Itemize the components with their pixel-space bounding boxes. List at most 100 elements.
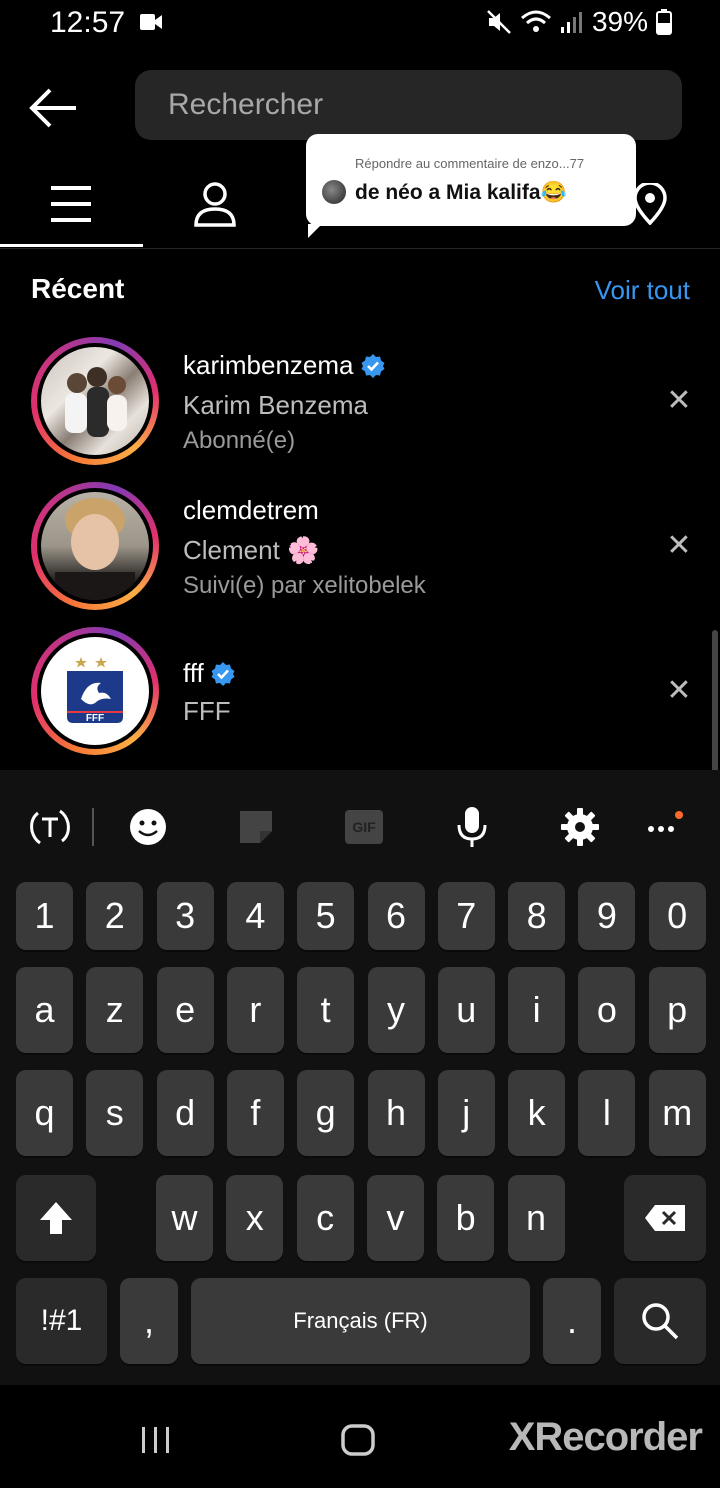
remove-recent-button[interactable]: ✕ [664,386,694,416]
keyboard: GIF 1234567890 azertyu i o p q s d f g h… [0,770,720,1385]
recent-apps-icon[interactable] [140,1425,172,1455]
search-icon [642,1303,679,1340]
key-h[interactable]: h [367,1070,425,1156]
key-9[interactable]: 9 [578,882,636,950]
system-nav-bar: XRecorder [0,1385,720,1488]
reply-comment-sticker[interactable]: Répondre au commentaire de enzo...77 de … [306,134,636,238]
key-q[interactable]: q [16,1070,73,1156]
key-x[interactable]: x [226,1175,284,1261]
avatar [41,347,149,455]
recent-fullname: Clement 🌸 [183,535,320,565]
key-u[interactable]: u [437,967,495,1053]
key-d[interactable]: d [156,1070,214,1156]
avatar-story-ring[interactable] [31,482,159,610]
tab-menu[interactable] [41,174,101,234]
location-icon [633,183,667,225]
back-arrow-icon[interactable] [28,86,80,130]
see-all-link[interactable]: Voir tout [595,275,690,306]
status-right: 39% [486,6,672,38]
profile-icon [194,182,236,227]
key-v[interactable]: v [366,1175,424,1261]
more-options-button[interactable] [636,800,696,854]
key-j[interactable]: j [437,1070,495,1156]
recent-subtitle: Suivi(e) par xelitobelek [183,572,426,599]
key-y[interactable]: y [367,967,425,1053]
text-translate-icon[interactable] [20,800,80,854]
menu-icon [51,186,91,222]
key-6[interactable]: 6 [367,882,425,950]
sticker-button[interactable] [226,800,286,854]
emoji-icon [130,809,166,845]
key-3[interactable]: 3 [156,882,214,950]
key-5[interactable]: 5 [297,882,355,950]
avatar: FFF [41,637,149,745]
key-f[interactable]: f [226,1070,284,1156]
key-s[interactable]: s [86,1070,144,1156]
recent-heading: Récent [31,273,125,304]
symbols-key[interactable]: !#1 [16,1278,107,1364]
more-dots-icon [648,811,683,832]
tab-accounts[interactable] [185,174,245,234]
emoji-button[interactable] [118,800,178,854]
keyboard-settings-button[interactable] [550,800,610,854]
recent-subtitle: Abonné(e) [183,427,296,454]
key-m[interactable]: m [648,1070,706,1156]
key-1[interactable]: 1 [16,882,73,950]
period-key[interactable]: . [543,1278,601,1364]
gear-icon [561,808,599,846]
reply-comment-subtitle: Répondre au commentaire de enzo...77 [355,156,585,171]
key-w[interactable]: w [156,1175,213,1261]
key-r[interactable]: r [226,967,284,1053]
microphone-icon [457,807,487,847]
xrecorder-watermark: XRecorder [508,1415,703,1459]
key-n[interactable]: n [507,1175,565,1261]
key-z[interactable]: z [86,967,144,1053]
remove-recent-button[interactable]: ✕ [664,676,694,706]
avatar-story-ring[interactable] [31,337,159,465]
recent-item-fff[interactable]: FFF fff FFF ✕ [0,620,720,760]
key-k[interactable]: k [508,1070,566,1156]
key-p[interactable]: p [648,967,706,1053]
key-4[interactable]: 4 [226,882,284,950]
search-bar[interactable] [135,70,682,140]
recent-item-karimbenzema[interactable]: karimbenzema Karim Benzema Abonné(e) ✕ [0,330,720,470]
reply-comment-text: de néo a Mia kalifa😂 [355,181,567,204]
backspace-icon [645,1205,685,1231]
comma-key[interactable]: , [120,1278,178,1364]
verified-badge-icon [361,353,385,378]
search-input[interactable] [135,70,648,140]
key-b[interactable]: b [437,1175,495,1261]
shift-key[interactable] [16,1175,96,1261]
recent-username: karimbenzema [183,350,386,381]
video-record-icon [140,14,162,30]
key-0[interactable]: 0 [648,882,706,950]
key-g[interactable]: g [297,1070,355,1156]
key-2[interactable]: 2 [86,882,144,950]
active-tab-indicator [0,244,143,247]
key-t[interactable]: t [297,967,355,1053]
battery-percent: 39% [591,6,648,37]
battery-icon [656,9,672,35]
key-e[interactable]: e [156,967,214,1053]
space-key[interactable]: Français (FR) [191,1278,530,1364]
recent-fullname: Karim Benzema [183,390,368,420]
fff-logo-text: FFF [86,713,104,724]
gif-button[interactable]: GIF [334,800,394,854]
home-icon[interactable] [340,1423,376,1457]
avatar-photo [55,498,135,600]
avatar-story-ring[interactable]: FFF [31,627,159,755]
key-7[interactable]: 7 [437,882,495,950]
search-key[interactable] [614,1278,706,1364]
mute-icon [487,10,511,34]
voice-input-button[interactable] [442,800,502,854]
key-o[interactable]: o [578,967,636,1053]
recent-username: clemdetrem [183,495,319,526]
key-c[interactable]: c [296,1175,354,1261]
key-8[interactable]: 8 [508,882,566,950]
key-i[interactable]: i [508,967,566,1053]
remove-recent-button[interactable]: ✕ [664,531,694,561]
key-a[interactable]: a [16,967,73,1053]
recent-item-clemdetrem[interactable]: clemdetrem Clement 🌸 Suivi(e) par xelito… [0,475,720,615]
key-l[interactable]: l [578,1070,636,1156]
backspace-key[interactable] [624,1175,706,1261]
